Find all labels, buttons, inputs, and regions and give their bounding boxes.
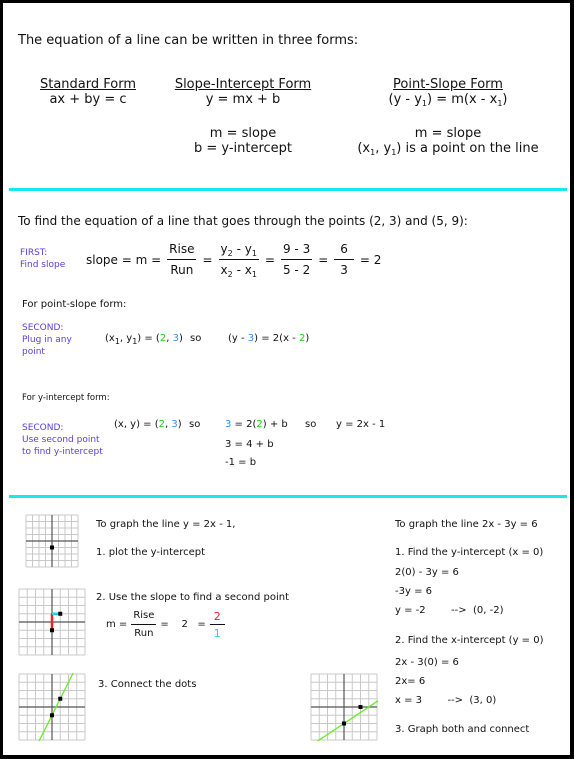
so-word-2: so: [305, 419, 317, 430]
point-slope-point-note: (x1, y1) is a point on the line: [357, 141, 539, 157]
slope-intercept-result: y = 2x - 1: [336, 419, 386, 430]
graph-slope-step: [18, 588, 86, 656]
xy-substitution: (x, y) = (2, 3): [114, 419, 182, 430]
plotted-point: [358, 705, 363, 709]
graph-connect-dots: [18, 673, 86, 741]
second-step-y-intercept-label: SECOND: Use second point to find y-inter…: [22, 423, 103, 457]
plotted-point: [50, 545, 54, 550]
slope-rise-run: m = Rise Run = 2 = 21: [106, 609, 225, 640]
point-substitution: (x1, y1) = (2, 3): [105, 333, 183, 346]
intercept-note: b = y-intercept: [193, 141, 293, 156]
graph-right-s2b: 2x= 6: [395, 676, 426, 687]
run-value: 1: [213, 626, 221, 640]
slope-intercept-title: Slope-Intercept Form: [174, 77, 312, 92]
y-intercept-heading: For y-intercept form:: [22, 393, 110, 403]
intro-text: The equation of a line can be written in…: [18, 33, 359, 48]
section-divider-1: [9, 188, 567, 191]
plotted-point: [50, 713, 54, 718]
graph-left-step-3: 3. Connect the dots: [98, 679, 197, 690]
standard-form-title: Standard Form: [39, 77, 137, 92]
graph-right-s1c: y = -2 --> (0, -2): [395, 605, 504, 616]
point-slope-heading: For point-slope form:: [22, 299, 127, 310]
intercept-step-1: 3 = 2(2) + b: [225, 419, 288, 430]
example-prompt: To find the equation of a line that goes…: [18, 214, 468, 228]
slope-calculation: slope = m = Rise Run = y2 - y1 x2 - x1 = …: [86, 241, 382, 279]
graph-right-step-1: 1. Find the y-intercept (x = 0): [395, 547, 544, 558]
point-slope-result: (y - 3) = 2(x - 2): [228, 333, 310, 344]
graph-right-s2c: x = 3 --> (3, 0): [395, 695, 497, 706]
graph-right-step-2: 2. Find the x-intercept (y = 0): [395, 635, 544, 646]
graph-right-s1b: -3y = 6: [395, 586, 432, 597]
point-slope-form: Point-Slope Form (y - y1) = m(x - x1) m …: [348, 77, 548, 157]
intercept-step-3: -1 = b: [225, 457, 257, 468]
graphed-line: [316, 700, 378, 741]
substituted-fraction: 9 - 35 - 2: [280, 242, 313, 277]
graph-y-intercept: [25, 514, 79, 568]
worksheet-page: The equation of a line can be written in…: [3, 3, 570, 755]
first-step-label: FIRST: Find slope: [20, 248, 66, 270]
standard-form-equation: ax + by = c: [49, 92, 127, 107]
slope-formula: y2 - y1 x2 - x1: [218, 242, 259, 279]
point-slope-equation: (y - y1) = m(x - x1): [388, 92, 508, 108]
slope-note: m = slope: [209, 126, 277, 141]
graph-standard-form: [310, 673, 378, 741]
slope-lhs: slope = m =: [86, 252, 162, 267]
graph-left-step-1: 1. plot the y-intercept: [96, 547, 206, 558]
graph-right-s2a: 2x - 3(0) = 6: [395, 657, 459, 668]
slope-intercept-form: Slope-Intercept Form y = mx + b m = slop…: [168, 77, 318, 156]
plotted-point: [58, 696, 63, 701]
plotted-point: [50, 628, 54, 633]
graph-left-heading: To graph the line y = 2x - 1,: [96, 519, 236, 530]
plotted-point: [342, 721, 346, 726]
graph-right-s1a: 2(0) - 3y = 6: [395, 567, 459, 578]
graph-right-step-3: 3. Graph both and connect: [395, 724, 530, 735]
second-step-point-slope-label: SECOND: Plug in any point: [22, 323, 72, 357]
plotted-point: [58, 611, 63, 616]
so-word: so: [190, 333, 202, 344]
rise-value: 2: [209, 610, 225, 625]
graph-right-heading: To graph the line 2x - 3y = 6: [395, 519, 538, 530]
point-slope-title: Point-Slope Form: [393, 77, 503, 92]
standard-form: Standard Form ax + by = c: [23, 77, 153, 107]
slope-intercept-equation: y = mx + b: [205, 92, 281, 107]
slope-result: = 2: [359, 252, 382, 267]
so-word-1: so: [189, 419, 201, 430]
point-slope-slope-note: m = slope: [414, 126, 482, 141]
rise-over-run: Rise Run: [167, 242, 197, 277]
section-divider-2: [9, 495, 567, 498]
intercept-step-2: 3 = 4 + b: [225, 439, 274, 450]
simplified-fraction: 63: [334, 241, 354, 278]
graph-left-step-2: 2. Use the slope to find a second point: [96, 592, 289, 603]
